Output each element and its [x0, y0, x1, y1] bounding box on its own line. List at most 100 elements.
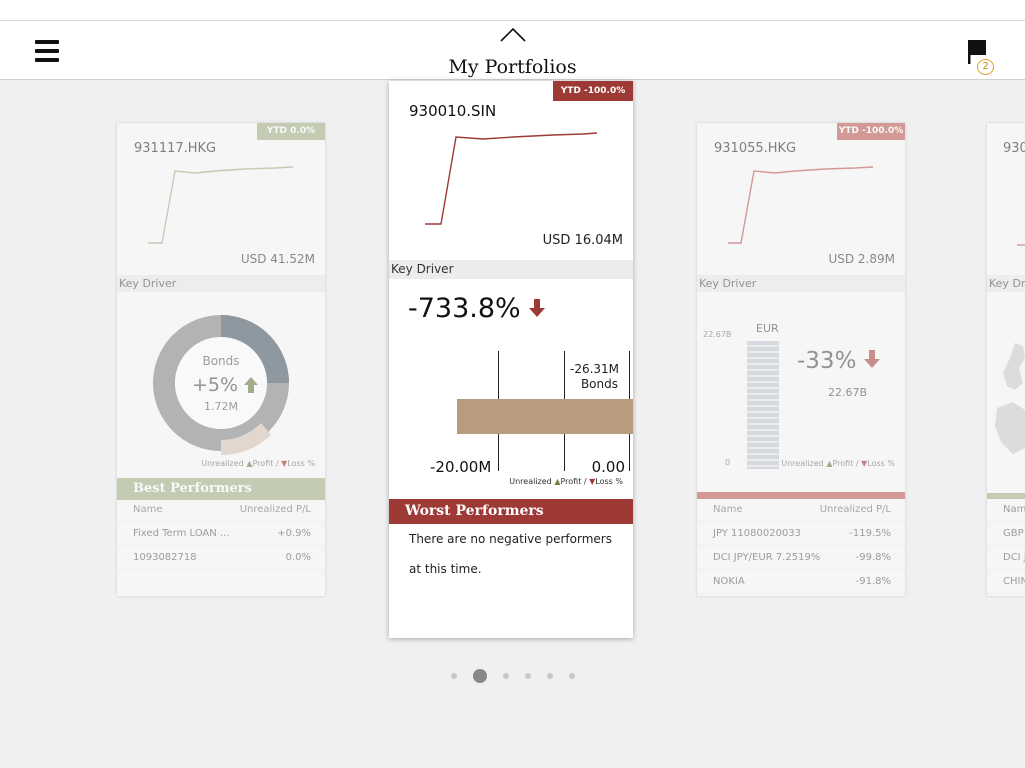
performance-sparkline	[425, 132, 598, 225]
bar-category-label: Bonds	[580, 377, 618, 391]
portfolio-ticker: 931117.HKG	[134, 141, 217, 156]
portfolio-ticker: 931055.HKG	[714, 141, 797, 156]
alerts-badge[interactable]: 2	[977, 59, 994, 75]
legend-unrealized: Unrealized	[781, 459, 824, 468]
legend-profit: Profit	[560, 477, 582, 486]
arrow-up-icon	[244, 377, 259, 393]
legend-slash: /	[583, 477, 587, 486]
page-dot[interactable]	[502, 672, 509, 679]
chart-legend: Unrealized ▲Profit / ▼Loss %	[509, 477, 623, 486]
performers-header: Best Performers	[117, 478, 325, 500]
page-dot[interactable]	[568, 672, 575, 679]
ytd-badge: YTD -100.0%	[837, 123, 905, 140]
performers-table: Name Unrealized P/L Fixed Term LOAN … +0…	[117, 498, 325, 570]
table-row[interactable]: 1093082718 0.0%	[117, 546, 325, 570]
portfolio-card-930010[interactable]: YTD -100.0% 930010.SIN USD 16.04M Key Dr…	[389, 81, 633, 638]
table-row[interactable]: JPY 11080020033 -119.5%	[697, 522, 905, 546]
row-name: Fixed Term LOAN …	[133, 528, 230, 539]
currency-pct-text: -33%	[797, 348, 857, 374]
chart-legend: Unrealized ▲Profit / ▼Loss %	[781, 459, 895, 468]
currency-percent: -33%	[797, 348, 880, 374]
donut-amount: 1.72M	[204, 400, 238, 413]
row-value: -91.8%	[855, 576, 891, 587]
legend-unrealized: Unrealized	[509, 477, 552, 486]
currency-code: EUR	[756, 322, 779, 335]
table-row[interactable]: DCI JPY/EUR 7.2519% -99.8%	[697, 546, 905, 570]
message-line-1: There are no negative performers	[409, 532, 612, 546]
currency-amount: 22.67B	[828, 386, 868, 399]
chart-legend: Unrealized ▲Profit / ▼Loss %	[201, 459, 315, 468]
table-row[interactable]: GBP	[987, 522, 1025, 546]
performance-sparkline	[728, 166, 874, 244]
row-name: Nam	[1003, 504, 1025, 515]
portfolio-card-partial[interactable]: 930 Key Drive Nam GBP DCI J CHIN	[987, 123, 1025, 596]
donut-percent: +5%	[177, 374, 285, 396]
legend-profit: Profit	[252, 459, 274, 468]
row-name: DCI J	[1003, 552, 1025, 563]
key-driver-label: Key Driver	[117, 275, 325, 292]
row-name: 1093082718	[133, 552, 197, 563]
performers-table: Name Unrealized P/L JPY 11080020033 -119…	[697, 498, 905, 594]
portfolio-ticker: 930	[1003, 141, 1025, 156]
key-driver-label: Key Drive	[987, 275, 1025, 292]
performers-header: Worst Performers	[389, 499, 633, 524]
chevron-up-icon[interactable]	[500, 27, 526, 43]
table-header-row: Name Unrealized P/L	[697, 498, 905, 522]
axis-left-label: -20.00M	[430, 458, 492, 476]
row-name: CHIN	[1003, 576, 1025, 587]
legend-loss: Loss %	[867, 459, 895, 468]
page-dot-active[interactable]	[472, 668, 487, 683]
map-icon	[995, 343, 1025, 454]
row-name: JPY 11080020033	[713, 528, 802, 539]
page-dot[interactable]	[546, 672, 553, 679]
axis-right-label: 0.00	[591, 458, 625, 476]
portfolio-value: USD 16.04M	[542, 233, 623, 248]
currency-axis-top: 22.67B	[703, 330, 732, 339]
arrow-down-icon	[529, 299, 546, 317]
ytd-badge: YTD 0.0%	[257, 123, 325, 140]
col-name: Name	[713, 504, 743, 515]
big-pct-text: -733.8%	[408, 293, 521, 324]
page-title: My Portfolios	[448, 56, 577, 78]
table-row: Nam	[987, 498, 1025, 522]
portfolio-value: USD 41.52M	[240, 252, 315, 266]
portfolio-value: USD 2.89M	[828, 252, 895, 266]
performance-sparkline	[148, 166, 294, 244]
message-line-2: at this time.	[409, 562, 482, 576]
legend-profit: Profit	[832, 459, 854, 468]
portfolio-card-931055[interactable]: YTD -100.0% 931055.HKG USD 2.89M Key Dri…	[697, 123, 905, 596]
col-name: Name	[133, 504, 163, 515]
legend-slash: /	[275, 459, 279, 468]
row-name: NOKIA	[713, 576, 745, 587]
key-driver-label: Key Driver	[697, 275, 905, 292]
legend-unrealized: Unrealized	[201, 459, 244, 468]
app-header: My Portfolios 2	[0, 21, 1025, 80]
row-name: DCI JPY/EUR 7.2519%	[713, 552, 821, 563]
row-value: 0.0%	[285, 552, 311, 563]
key-driver-label: Key Driver	[389, 260, 633, 279]
col-value: Unrealized P/L	[239, 504, 311, 515]
currency-axis-zero: 0	[725, 458, 731, 467]
row-name: GBP	[1003, 528, 1024, 539]
page-dot[interactable]	[450, 672, 457, 679]
pagination-dots	[0, 665, 1025, 684]
donut-category: Bonds	[202, 354, 240, 368]
arrow-down-icon	[863, 350, 880, 368]
ytd-badge: YTD -100.0%	[553, 81, 633, 101]
bar-value-label: -26.31M	[570, 362, 620, 376]
no-performers-message: There are no negative performers at this…	[409, 524, 612, 584]
table-row[interactable]: NOKIA -91.8%	[697, 570, 905, 594]
table-row[interactable]: DCI J	[987, 546, 1025, 570]
row-value: +0.9%	[277, 528, 311, 539]
col-value: Unrealized P/L	[819, 504, 891, 515]
key-driver-bar	[457, 399, 633, 434]
legend-loss: Loss %	[287, 459, 315, 468]
row-value: -119.5%	[849, 528, 891, 539]
status-bar	[0, 0, 1025, 21]
currency-bar	[747, 341, 779, 469]
table-row[interactable]: CHIN	[987, 570, 1025, 594]
portfolio-card-931117[interactable]: YTD 0.0% 931117.HKG USD 41.52M Key Drive…	[117, 123, 325, 596]
legend-loss: Loss %	[595, 477, 623, 486]
table-row[interactable]: Fixed Term LOAN … +0.9%	[117, 522, 325, 546]
page-dot[interactable]	[524, 672, 531, 679]
